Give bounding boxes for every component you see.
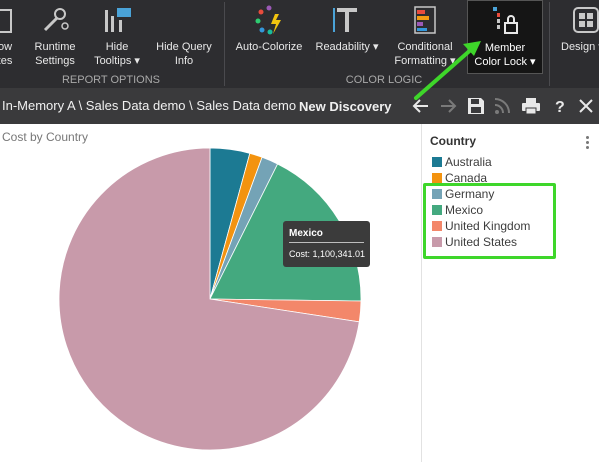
runtime-settings-button[interactable]: Runtime Settings bbox=[27, 0, 83, 74]
tooltip-header: Mexico bbox=[289, 228, 323, 239]
ribbon-toolbar: ow tes Runtime Settings Hide Tooltips ▾ … bbox=[0, 0, 599, 88]
rss-feed-icon[interactable] bbox=[492, 96, 514, 116]
report-options-group-label: REPORT OPTIONS bbox=[61, 74, 160, 86]
color-logic-group-label: COLOR LOGIC bbox=[345, 74, 423, 86]
back-arrow-icon[interactable] bbox=[410, 96, 432, 116]
readability-label: Readability ▾ bbox=[315, 41, 379, 53]
text-readability-icon bbox=[333, 8, 357, 32]
auto-colorize-icon bbox=[255, 5, 281, 35]
breadcrumb: In-Memory A \ Sales Data demo \ Sales Da… bbox=[2, 98, 297, 113]
tooltip-value: Cost: 1,100,341.01 bbox=[289, 249, 366, 259]
legend-label: Australia bbox=[445, 155, 492, 169]
tooltip-divider bbox=[289, 242, 364, 243]
runtime-settings-label: Runtime Settings bbox=[34, 41, 76, 67]
member-color-lock-icon bbox=[493, 7, 518, 34]
pie-chart[interactable] bbox=[0, 124, 421, 462]
notes-icon bbox=[0, 9, 12, 33]
hide-tooltips-label: Hide Tooltips ▾ bbox=[94, 41, 140, 67]
hide-query-info-label: Hide Query Info bbox=[156, 41, 212, 67]
design-button[interactable]: Design ▾ bbox=[556, 0, 599, 74]
legend-swatch bbox=[432, 173, 442, 183]
app-window: ow tes Runtime Settings Hide Tooltips ▾ … bbox=[0, 0, 599, 462]
legend-item-australia[interactable]: Australia bbox=[430, 154, 530, 170]
svg-text:?: ? bbox=[555, 99, 565, 116]
address-bar: In-Memory A \ Sales Data demo \ Sales Da… bbox=[0, 88, 599, 124]
show-notes-label: ow tes bbox=[0, 41, 13, 67]
conditional-formatting-label: Conditional Formatting ▾ bbox=[394, 41, 456, 67]
discovery-title[interactable]: New Discovery bbox=[299, 99, 392, 114]
more-options-icon[interactable] bbox=[586, 136, 590, 152]
ribbon-separator bbox=[549, 2, 550, 86]
tooltip-icon bbox=[105, 8, 131, 32]
auto-colorize-label: Auto-Colorize bbox=[235, 41, 303, 53]
help-icon[interactable]: ? bbox=[549, 96, 571, 116]
auto-colorize-button[interactable]: Auto-Colorize bbox=[232, 0, 306, 74]
design-label: Design ▾ bbox=[561, 41, 599, 53]
legend-highlight-box bbox=[423, 183, 556, 259]
chart-panel: Cost by Country Country Australia Canada G… bbox=[0, 124, 599, 462]
member-color-lock-button[interactable]: Member Color Lock ▾ bbox=[467, 0, 543, 74]
legend-divider bbox=[421, 124, 422, 462]
hide-query-info-button[interactable]: Hide Query Info bbox=[152, 0, 216, 74]
design-grid-icon bbox=[573, 7, 599, 33]
chart-tooltip: Mexico Cost: 1,100,341.01 bbox=[283, 221, 370, 267]
chart-title: Cost by Country bbox=[2, 130, 89, 144]
legend-swatch bbox=[432, 157, 442, 167]
show-notes-button[interactable]: ow tes bbox=[0, 0, 20, 74]
save-icon[interactable] bbox=[465, 96, 487, 116]
print-icon[interactable] bbox=[520, 96, 542, 116]
conditional-formatting-button[interactable]: Conditional Formatting ▾ bbox=[388, 0, 462, 74]
forward-arrow-icon[interactable] bbox=[437, 96, 459, 116]
ribbon-separator bbox=[224, 2, 225, 86]
wrench-gear-icon bbox=[43, 8, 69, 32]
member-color-lock-label: Member Color Lock ▾ bbox=[474, 42, 536, 68]
hide-tooltips-button[interactable]: Hide Tooltips ▾ bbox=[88, 0, 146, 74]
readability-button[interactable]: Readability ▾ bbox=[312, 0, 382, 74]
legend-title: Country bbox=[430, 134, 476, 148]
conditional-formatting-icon bbox=[414, 6, 436, 34]
close-icon[interactable] bbox=[575, 96, 597, 116]
